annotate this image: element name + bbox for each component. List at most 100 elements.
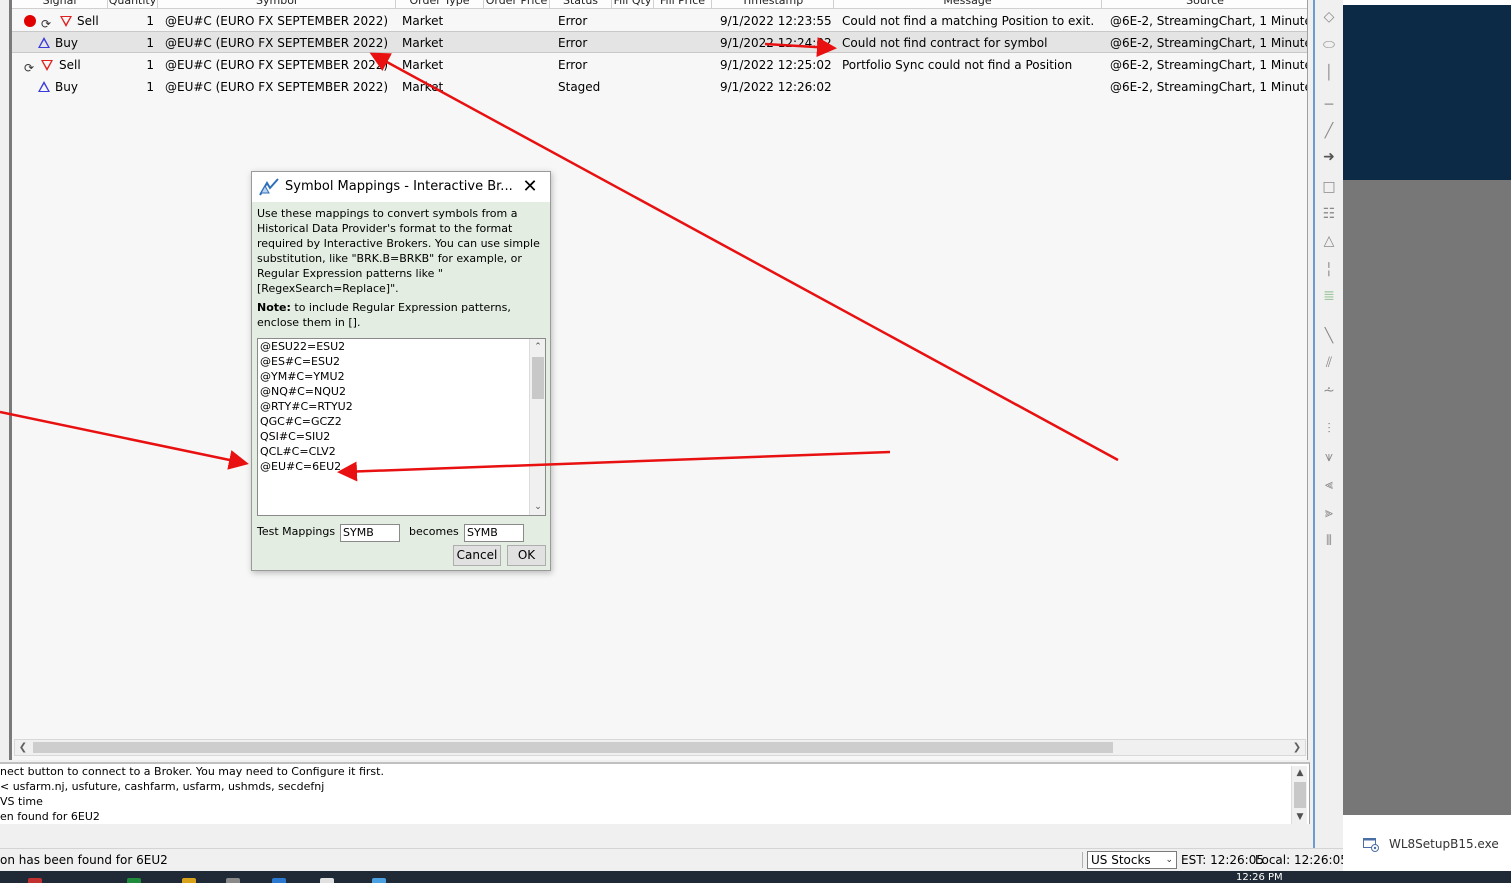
scrollbar-thumb[interactable] — [33, 742, 1113, 753]
ellipse-tool-icon[interactable]: ⬭ — [1318, 34, 1340, 56]
trend-line-tool-icon[interactable]: ╱ — [1318, 120, 1340, 142]
taskbar-app-icon[interactable] — [226, 878, 240, 883]
taskbar-app-icon[interactable] — [272, 878, 286, 883]
buy-triangle-icon — [38, 81, 50, 92]
close-icon[interactable]: ✕ — [520, 175, 540, 199]
vertical-marker-tool-icon[interactable]: ╎ — [1318, 259, 1340, 281]
desktop-background — [1343, 180, 1511, 815]
order-type-cell: Market — [402, 14, 444, 28]
col-header-status[interactable]: Status — [550, 0, 612, 9]
mapping-line: @NQ#C=NQU2 — [260, 385, 346, 398]
scrollbar-thumb[interactable] — [1294, 782, 1306, 808]
table-row[interactable]: ⟳ Sell 1 @EU#C (EURO FX SEPTEMBER 2022) … — [12, 54, 1307, 76]
col-header-order-price[interactable]: Order Price — [484, 0, 550, 9]
timestamp-cell: 9/1/2022 12:26:02 — [720, 80, 832, 94]
scroll-up-arrow-icon[interactable]: ⌃ — [530, 339, 546, 355]
triangle-tool-icon[interactable]: △ — [1318, 230, 1340, 252]
mapping-line: @RTY#C=RTYU2 — [260, 400, 353, 413]
log-line: en found for 6EU2 — [0, 810, 100, 823]
log-vertical-scrollbar[interactable]: ▲ ▼ — [1291, 766, 1307, 824]
becomes-label: becomes — [409, 525, 459, 538]
scroll-right-arrow-icon[interactable]: ❯ — [1289, 740, 1305, 755]
scroll-down-arrow-icon[interactable]: ▼ — [1292, 810, 1308, 824]
col-header-order-type[interactable]: Order Type — [396, 0, 484, 9]
scroll-up-arrow-icon[interactable]: ▲ — [1292, 766, 1308, 780]
market-select[interactable]: US Stocks ⌄ — [1087, 851, 1177, 869]
becomes-output[interactable]: SYMB — [464, 524, 524, 542]
scroll-left-arrow-icon[interactable]: ❮ — [15, 740, 31, 755]
col-header-symbol[interactable]: Symbol — [158, 0, 396, 9]
horizontal-line-tool-icon[interactable]: ─ — [1318, 94, 1340, 116]
red-dot-icon — [24, 15, 36, 27]
mapping-line: QGC#C=GCZ2 — [260, 415, 342, 428]
mapping-line: QCL#C=CLV2 — [260, 445, 336, 458]
mappings-vertical-scrollbar[interactable]: ⌃ ⌄ — [529, 339, 545, 515]
rectangle-tool-icon[interactable]: □ — [1318, 176, 1340, 198]
speed-lines-tool-icon[interactable]: ⫷ — [1318, 474, 1340, 496]
test-mappings-input[interactable]: SYMB — [340, 524, 400, 542]
dialog-description: Use these mappings to convert symbols fr… — [257, 207, 540, 295]
message-cell: Could not find contract for symbol — [842, 36, 1048, 50]
status-cell: Staged — [558, 80, 601, 94]
text-note-tool-icon[interactable]: ☷ — [1318, 203, 1340, 225]
fib-retracement-tool-icon[interactable]: ⫸ — [1318, 502, 1340, 524]
fib-time-zones-tool-icon[interactable]: ⦀ — [1318, 530, 1340, 552]
channel-tool-icon[interactable]: ⫽ — [1318, 352, 1340, 374]
left-panel-edge — [0, 0, 12, 760]
quantity-cell: 1 — [146, 58, 154, 72]
pitchfork-tool-icon[interactable]: ⩪ — [1318, 380, 1340, 402]
message-cell: Portfolio Sync could not find a Position — [842, 58, 1073, 72]
mappings-textarea[interactable]: @ESU22=ESU2 @ES#C=ESU2 @YM#C=YMU2 @NQ#C=… — [257, 338, 546, 516]
col-header-signal[interactable]: Signal — [12, 0, 108, 9]
sell-triangle-icon — [60, 16, 72, 27]
col-header-fill-qty[interactable]: Fill Qty — [612, 0, 654, 9]
taskbar-app-icon[interactable] — [127, 878, 141, 883]
buy-triangle-icon — [38, 37, 50, 48]
dialog-title-bar[interactable]: Symbol Mappings - Interactive Br... ✕ — [252, 172, 550, 202]
table-row[interactable]: Buy 1 @EU#C (EURO FX SEPTEMBER 2022) Mar… — [12, 76, 1307, 98]
signal-cell: Sell — [59, 58, 81, 72]
status-bar: on has been found for 6EU2 US Stocks ⌄ E… — [0, 848, 1348, 870]
order-type-cell: Market — [402, 80, 444, 94]
taskbar-app-icon[interactable] — [182, 878, 196, 883]
log-line: < usfarm.nj, usfuture, cashfarm, usfarm,… — [0, 780, 325, 793]
dialog-note: Note: to include Regular Expression patt… — [257, 300, 547, 330]
order-type-cell: Market — [402, 36, 444, 50]
gann-fan-tool-icon[interactable]: ⩛ — [1318, 446, 1340, 468]
download-filename: WL8SetupB15.exe — [1389, 837, 1499, 851]
ok-button[interactable]: OK — [507, 545, 546, 566]
source-cell: @6E-2, StreamingChart, 1 Minute, Int — [1110, 36, 1307, 50]
taskbar-app-icon[interactable] — [320, 878, 334, 883]
fibonacci-fan-tool-icon[interactable]: ⫶ — [1318, 418, 1340, 440]
table-row[interactable]: ⟳ Sell 1 @EU#C (EURO FX SEPTEMBER 2022) … — [12, 10, 1307, 32]
orders-grid-header: Signal Quantity Symbol Order Type Order … — [12, 0, 1307, 9]
col-header-message[interactable]: Message — [834, 0, 1102, 9]
taskbar-app-icon[interactable] — [28, 878, 42, 883]
status-message: on has been found for 6EU2 — [0, 853, 168, 867]
volume-profile-tool-icon[interactable]: ≣ — [1318, 285, 1340, 307]
cancel-button[interactable]: Cancel — [453, 545, 501, 566]
mapping-line: @ESU22=ESU2 — [260, 340, 346, 353]
download-item[interactable]: WL8SetupB15.exe — [1363, 836, 1499, 852]
log-panel: nect button to connect to a Broker. You … — [0, 762, 1310, 824]
mapping-line: @ES#C=ESU2 — [260, 355, 341, 368]
diamond-tool-icon[interactable]: ◇ — [1318, 6, 1340, 28]
col-header-timestamp[interactable]: Timestamp — [712, 0, 834, 9]
ray-tool-icon[interactable]: ╲ — [1318, 325, 1340, 347]
market-select-value: US Stocks — [1091, 853, 1151, 867]
col-header-source[interactable]: Source — [1102, 0, 1307, 9]
message-cell: Could not find a matching Position to ex… — [842, 14, 1095, 28]
col-header-fill-price[interactable]: Fill Price — [654, 0, 712, 9]
quantity-cell: 1 — [146, 36, 154, 50]
arrow-tool-icon[interactable]: ➜ — [1318, 146, 1340, 168]
source-cell: @6E-2, StreamingChart, 1 Minute, Int — [1110, 14, 1307, 28]
col-header-quantity[interactable]: Quantity — [108, 0, 158, 9]
taskbar-clock[interactable]: 12:26 PM — [1236, 873, 1283, 883]
symbol-cell: @EU#C (EURO FX SEPTEMBER 2022) — [165, 14, 389, 28]
scrollbar-thumb[interactable] — [532, 357, 544, 399]
orders-horizontal-scrollbar[interactable]: ❮ ❯ — [14, 739, 1306, 756]
scroll-down-arrow-icon[interactable]: ⌄ — [530, 499, 546, 515]
vertical-line-tool-icon[interactable]: │ — [1318, 62, 1340, 84]
taskbar-app-icon[interactable] — [372, 878, 386, 883]
table-row[interactable]: Buy 1 @EU#C (EURO FX SEPTEMBER 2022) Mar… — [12, 31, 1307, 53]
